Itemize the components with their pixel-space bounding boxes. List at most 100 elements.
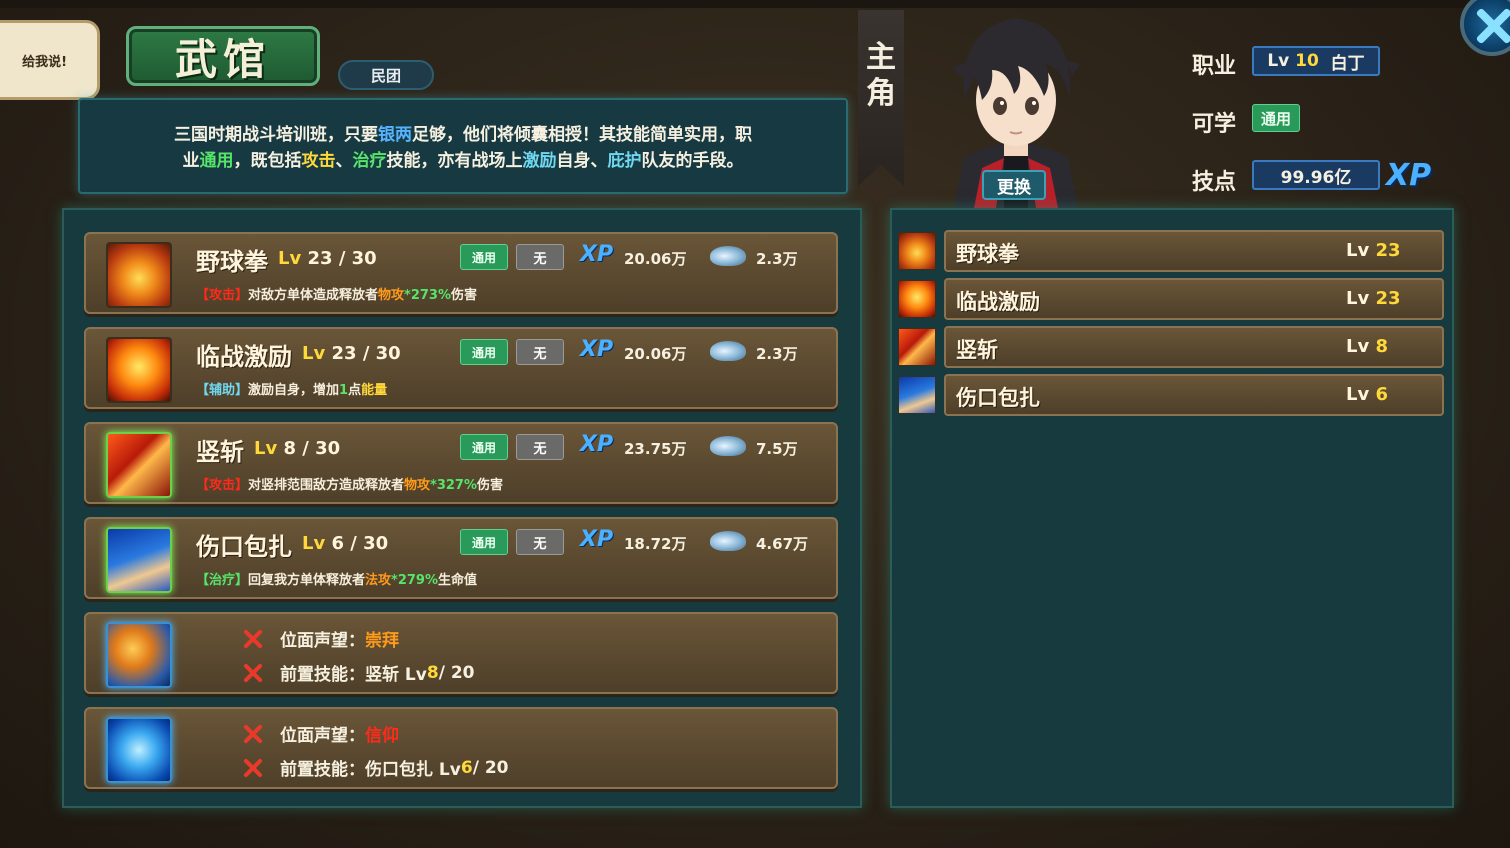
xp-cost: 20.06万 <box>624 345 687 363</box>
blade-slash-icon <box>898 328 936 366</box>
desc-text: 生命值 <box>438 573 478 588</box>
req-value: 信仰 <box>365 726 399 746</box>
silver-icon <box>710 531 746 551</box>
req-label: 前置技能：竖斩 Lv <box>280 665 427 685</box>
spear-strike-icon <box>106 622 172 688</box>
swap-label: 更换 <box>997 177 1031 198</box>
desc-stat: 法攻 <box>365 573 392 588</box>
lv-value: 23 <box>1375 240 1401 261</box>
class-tag: 通用 <box>460 529 508 555</box>
locked-skill-row[interactable]: 位面声望： 崇拜 前置技能：竖斩 Lv 8 / 20 <box>84 612 838 694</box>
xp-icon: XP <box>580 527 614 552</box>
class-label: 职业 <box>1192 54 1237 79</box>
silver-cost: 2.3万 <box>756 345 798 363</box>
desc-highlight: 治疗 <box>352 151 387 171</box>
bandage-hand-icon <box>106 527 172 593</box>
frost-sigil-icon <box>106 717 172 783</box>
lv-value: 8 <box>1375 336 1389 357</box>
lv-value: 6 <box>1375 384 1389 405</box>
desc-text: 点 <box>348 383 362 398</box>
desc-highlight: 银两 <box>378 125 412 145</box>
desc-value: *327% <box>430 478 478 493</box>
swap-character-button[interactable]: 更换 <box>982 170 1046 200</box>
fist-fire-icon <box>898 232 936 270</box>
faction-text: 民团 <box>370 66 401 85</box>
faction-tag: 民团 <box>338 60 434 90</box>
requirement-prereq-skill: 前置技能：竖斩 Lv 8 / 20 <box>242 660 475 686</box>
req-value: 崇拜 <box>365 631 399 651</box>
requirement-tag: 无 <box>516 434 564 460</box>
requirement-reputation: 位面声望： 崇拜 <box>242 626 399 651</box>
desc-text: 伤害 <box>477 478 504 493</box>
bandage-hand-icon <box>898 376 936 414</box>
skill-lv-max: 30 <box>315 438 341 459</box>
equipped-skill-bar: 临战激励 Lv 23 <box>944 278 1444 320</box>
lv-label: Lv <box>1346 384 1376 405</box>
xp-cost: 18.72万 <box>624 535 687 553</box>
equipped-skill-row[interactable]: 野球拳 Lv 23 <box>898 230 1444 272</box>
req-required: / 20 <box>438 662 475 683</box>
skill-level: Lv 6 / 30 <box>302 533 388 554</box>
xp-cost: 20.06万 <box>624 250 687 268</box>
silver-cost: 4.67万 <box>756 535 809 553</box>
equipped-skill-name: 临战激励 <box>956 290 1040 314</box>
desc-highlight: 庇护 <box>607 151 642 171</box>
req-current: 6 <box>460 757 473 778</box>
skill-lv-separator: / <box>344 533 364 554</box>
skill-lv-label: Lv <box>278 248 302 269</box>
silver-icon <box>710 246 746 266</box>
req-label: 位面声望： <box>280 631 365 651</box>
desc-value: *273% <box>404 288 452 303</box>
class-tag: 通用 <box>460 339 508 365</box>
skill-row-slash[interactable]: 竖斩 Lv 8 / 30 通用 无 XP 23.75万 7.5万 【攻击】对竖排… <box>84 422 838 504</box>
desc-value: *279% <box>391 573 439 588</box>
desc-type: 【攻击】 <box>196 478 249 493</box>
fist-fire-icon <box>106 242 172 308</box>
equipped-skill-row[interactable]: 竖斩 Lv 8 <box>898 326 1444 368</box>
equipped-skill-row[interactable]: 临战激励 Lv 23 <box>898 278 1444 320</box>
unmet-x-icon <box>242 757 264 779</box>
skill-lv-label: Lv <box>302 343 326 364</box>
description-box: 三国时期战斗培训班，只要银两足够，他们将倾囊相授！其技能简单实用，职 业通用，既… <box>78 98 848 194</box>
equipped-skill-row[interactable]: 伤口包扎 Lv 6 <box>898 374 1444 416</box>
requirement-tag: 无 <box>516 339 564 365</box>
desc-text: ，既包括 <box>233 151 302 171</box>
skill-lv-separator: / <box>296 438 316 459</box>
skill-lv-current: 23 <box>307 248 333 269</box>
class-lv-label: Lv <box>1267 51 1290 71</box>
class-lv-value: 10 <box>1295 51 1319 71</box>
lv-value: 23 <box>1375 288 1401 309</box>
desc-text: 激励自身，增加 <box>248 383 340 398</box>
req-current: 8 <box>426 662 439 683</box>
desc-value: 1 <box>339 383 349 398</box>
skill-row-rage[interactable]: 临战激励 Lv 23 / 30 通用 无 XP 20.06万 2.3万 【辅助】… <box>84 327 838 409</box>
equipped-skill-level: Lv 8 <box>1346 336 1388 357</box>
skillpoint-value: 99.96亿 <box>1252 160 1380 190</box>
unmet-x-icon <box>242 628 264 650</box>
skill-lv-max: 30 <box>351 248 377 269</box>
skill-description: 【攻击】对竖排范围敌方造成释放者物攻*327%伤害 <box>196 474 503 493</box>
skill-level: Lv 23 / 30 <box>302 343 401 364</box>
skill-row-fist[interactable]: 野球拳 Lv 23 / 30 通用 无 XP 20.06万 2.3万 【攻击】对… <box>84 232 838 314</box>
desc-text: 伤害 <box>451 288 478 303</box>
main-character-tab[interactable]: 主 角 <box>858 10 904 186</box>
xp-icon: XP <box>580 242 614 267</box>
blade-slash-icon <box>106 432 172 498</box>
page-title-text: 武馆 <box>174 34 271 84</box>
lv-label: Lv <box>1346 288 1376 309</box>
skill-lv-current: 8 <box>283 438 297 459</box>
class-value-box: Lv 10 白丁 <box>1252 46 1380 76</box>
requirement-prereq-skill: 前置技能：伤口包扎 Lv 6 / 20 <box>242 755 508 781</box>
equipped-skill-level: Lv 6 <box>1346 384 1388 405</box>
skill-description: 【治疗】回复我方单体释放者法攻*279%生命值 <box>196 569 477 588</box>
locked-skill-row[interactable]: 位面声望： 信仰 前置技能：伤口包扎 Lv 6 / 20 <box>84 707 838 789</box>
desc-highlight: 激励 <box>522 151 557 171</box>
skill-description: 【攻击】对敌方单体造成释放者物攻*273%伤害 <box>196 284 477 303</box>
skill-row-bandage[interactable]: 伤口包扎 Lv 6 / 30 通用 无 XP 18.72万 4.67万 【治疗】… <box>84 517 838 599</box>
top-border <box>0 0 1510 8</box>
npc-speech-bubble[interactable]: 给我说! <box>0 20 100 100</box>
description-line-2: 业通用，既包括攻击、治疗技能，亦有战场上激励自身、庇护队友的手段。 <box>116 148 810 174</box>
page-title: 武馆 <box>126 26 320 86</box>
desc-stat: 物攻 <box>404 478 431 493</box>
xp-icon: XP <box>580 337 614 362</box>
